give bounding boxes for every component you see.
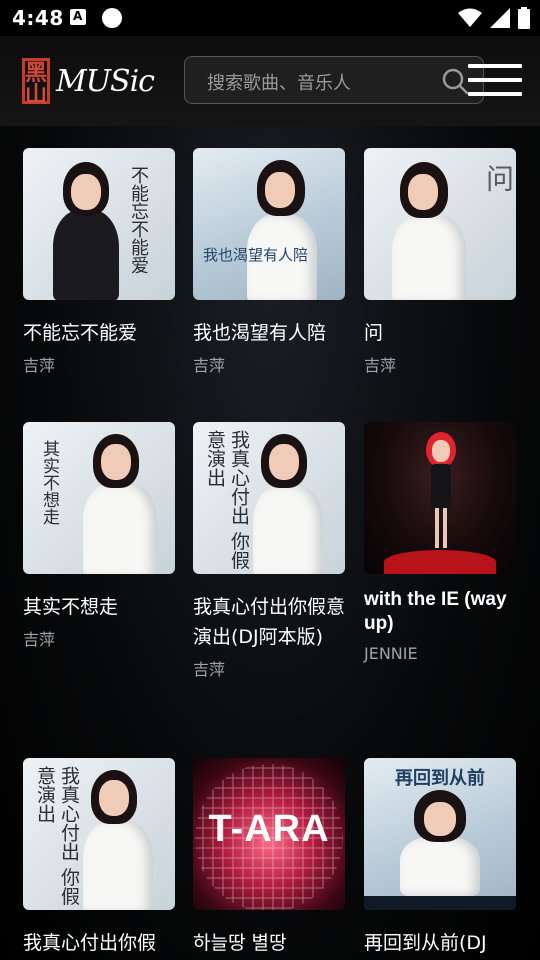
status-icons bbox=[458, 7, 530, 29]
cover-text: 我真心付出 你假意演出 bbox=[34, 766, 80, 906]
song-artist: 吉萍 bbox=[364, 356, 397, 375]
song-title: 再回到从前(DJ bbox=[364, 932, 487, 954]
song-title: 我真心付出你假 bbox=[23, 932, 157, 954]
search-icon[interactable] bbox=[441, 67, 469, 95]
app-logo[interactable]: 黑山 MUSic bbox=[22, 57, 155, 106]
song-artist: JENNIE bbox=[364, 644, 418, 663]
album-cover[interactable]: 我真心付出 你假意演出 bbox=[193, 422, 345, 574]
album-cover[interactable]: 我真心付出 你假意演出 bbox=[23, 758, 175, 910]
song-card[interactable]: with the IE (way up) JENNIE bbox=[364, 422, 518, 666]
cover-text: 我也渴望有人陪 bbox=[203, 246, 309, 264]
song-artist: 吉萍 bbox=[193, 660, 226, 679]
song-card[interactable]: 其实不想走 其实不想走 吉萍 bbox=[23, 422, 177, 652]
battery-icon bbox=[518, 7, 530, 29]
song-card[interactable]: 再回到从前 再回到从前(DJ bbox=[364, 758, 518, 960]
album-cover[interactable]: 我也渴望有人陪 bbox=[193, 148, 345, 300]
cover-text: 其实不想走 bbox=[39, 440, 59, 525]
search-bar[interactable]: 搜索歌曲、音乐人 bbox=[184, 56, 484, 104]
status-bar: 4:48 bbox=[0, 0, 540, 36]
song-title: with the IE (way up) bbox=[364, 589, 507, 634]
album-cover[interactable] bbox=[364, 422, 516, 574]
song-artist: 吉萍 bbox=[193, 356, 226, 375]
notification-a-icon bbox=[70, 9, 86, 25]
album-cover[interactable]: T-ARA bbox=[193, 758, 345, 910]
logo-wordmark: MUSic bbox=[56, 63, 155, 99]
song-title: 问 bbox=[364, 322, 384, 344]
cover-text: T-ARA bbox=[208, 808, 330, 850]
song-card[interactable]: T-ARA 하늘땅 별땅 bbox=[193, 758, 347, 960]
song-card[interactable]: 问 问 吉萍 bbox=[364, 148, 518, 378]
album-cover[interactable]: 问 bbox=[364, 148, 516, 300]
song-card[interactable]: 我真心付出 你假意演出 我真心付出你假意演出(DJ阿本版) 吉萍 bbox=[193, 422, 347, 682]
song-artist: 吉萍 bbox=[23, 356, 56, 375]
song-card[interactable]: 不能忘不能爱 不能忘不能爱 吉萍 bbox=[23, 148, 177, 378]
song-card[interactable]: 我真心付出 你假意演出 我真心付出你假 bbox=[23, 758, 177, 960]
status-time: 4:48 bbox=[12, 6, 64, 30]
album-cover[interactable]: 其实不想走 bbox=[23, 422, 175, 574]
song-title: 不能忘不能爱 bbox=[23, 322, 138, 344]
search-placeholder[interactable]: 搜索歌曲、音乐人 bbox=[207, 69, 351, 95]
album-cover[interactable]: 再回到从前 bbox=[364, 758, 516, 910]
song-title: 其实不想走 bbox=[23, 596, 119, 618]
album-cover[interactable]: 不能忘不能爱 bbox=[23, 148, 175, 300]
wifi-icon bbox=[458, 8, 482, 27]
song-title: 我真心付出你假意演出(DJ阿本版) bbox=[193, 596, 346, 648]
cover-text: 不能忘不能爱 bbox=[128, 166, 149, 274]
cellular-signal-icon bbox=[490, 8, 510, 28]
notification-dot-icon bbox=[102, 8, 122, 28]
cover-text: 问 bbox=[482, 164, 515, 192]
app-header: 黑山 MUSic 搜索歌曲、音乐人 bbox=[0, 36, 540, 126]
song-artist: 吉萍 bbox=[23, 630, 56, 649]
song-title: 我也渴望有人陪 bbox=[193, 322, 327, 344]
song-title: 하늘땅 별땅 bbox=[193, 932, 287, 954]
menu-icon[interactable] bbox=[468, 64, 522, 100]
cover-text: 再回到从前 bbox=[395, 768, 485, 789]
song-card[interactable]: 我也渴望有人陪 我也渴望有人陪 吉萍 bbox=[193, 148, 347, 378]
logo-seal: 黑山 bbox=[22, 58, 51, 106]
cover-text: 我真心付出 你假意演出 bbox=[204, 430, 250, 570]
song-grid: 不能忘不能爱 不能忘不能爱 吉萍 我也渴望有人陪 我也渴望有人陪 吉萍 问 问 … bbox=[0, 126, 540, 960]
